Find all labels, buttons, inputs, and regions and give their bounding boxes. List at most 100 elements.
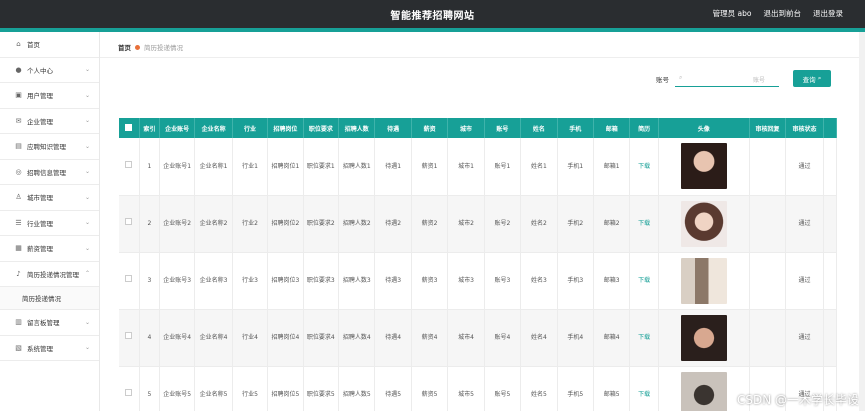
sidebar-item-salary[interactable]: ▦ 薪资管理 ⌄ — [0, 236, 99, 262]
cell-reply — [749, 138, 787, 196]
cell-email: 邮箱2 — [593, 195, 631, 253]
cell-xm: 姓名1 — [520, 138, 558, 196]
cell-phone: 手机2 — [557, 195, 594, 253]
sidebar-item-jobs[interactable]: ◎ 招聘信息管理 ⌄ — [0, 160, 99, 185]
avatar — [680, 314, 727, 361]
book-icon: ▤ — [15, 142, 22, 151]
cell-xm: 姓名3 — [520, 252, 558, 310]
cell-reply — [749, 195, 787, 253]
logout-link[interactable]: 退出登录 — [813, 8, 843, 19]
cell-user: 账号4 — [484, 309, 522, 367]
top-bar: 智能推荐招聘网站 管理员 abo 退出到前台 退出登录 — [0, 0, 865, 28]
cell-city: 城市2 — [447, 195, 485, 253]
select-all-checkbox[interactable] — [119, 118, 140, 138]
col-header: 简历 — [629, 118, 659, 138]
search-button[interactable]: 查询 ⌕ — [793, 70, 831, 87]
divider — [100, 57, 865, 58]
chevron-down-icon: ⌄ — [84, 168, 90, 176]
list-icon: ☰ — [15, 218, 22, 227]
download-resume-link[interactable]: 下载 — [629, 195, 659, 253]
sidebar-item-system[interactable]: ▧ 系统管理 ⌄ — [0, 336, 99, 361]
sidebar-item-home[interactable]: ⌂ 首页 — [0, 32, 99, 58]
user-icon: ● — [15, 65, 22, 74]
cell-idx: 4 — [139, 309, 160, 367]
cell-user: 账号3 — [484, 252, 522, 310]
avatar — [680, 143, 727, 190]
cell-xm: 姓名4 — [520, 309, 558, 367]
avatar-cell — [658, 195, 750, 253]
sidebar-item-city[interactable]: ♙ 城市管理 ⌄ — [0, 185, 99, 211]
row-checkbox[interactable] — [119, 309, 140, 367]
users-icon: ▣ — [15, 91, 22, 100]
cell-empty — [823, 309, 837, 367]
cell-city: 城市3 — [447, 252, 485, 310]
home-icon: ⌂ — [16, 40, 21, 49]
breadcrumb-home[interactable]: 首页 — [118, 42, 131, 52]
avatar — [680, 257, 727, 304]
cell-req: 职位要求1 — [303, 138, 340, 196]
sidebar-item-knowledge[interactable]: ▤ 应聘知识管理 ⌄ — [0, 134, 99, 160]
search-icon: ⌕ — [679, 74, 683, 81]
cell-user: 账号2 — [484, 195, 522, 253]
vertical-scrollbar[interactable] — [859, 32, 865, 411]
col-header: 待遇 — [374, 118, 412, 138]
breadcrumb-dot-icon — [135, 44, 140, 50]
cell-num: 招聘人数4 — [338, 309, 376, 367]
cell-post: 招聘岗位1 — [267, 138, 304, 196]
sidebar-item-resume[interactable]: ♪ 简历投递情况管理 ⌃ — [0, 262, 99, 287]
col-header: 审核状态 — [785, 118, 824, 138]
avatar-cell — [658, 252, 750, 310]
cell-acct: 企业账号1 — [159, 138, 196, 196]
cell-user: 账号5 — [484, 366, 522, 411]
avatar — [680, 371, 727, 411]
cell-post: 招聘岗位3 — [267, 252, 304, 310]
cell-ind: 行业1 — [232, 138, 269, 196]
back-to-front-link[interactable]: 退出到前台 — [764, 8, 802, 19]
chevron-down-icon: ⌄ — [84, 117, 90, 125]
mic-icon: ♪ — [16, 269, 21, 278]
cell-status: 通过 — [785, 138, 824, 196]
col-header: 审核回复 — [749, 118, 787, 138]
table-row: 3 企业账号3 企业名称3 行业3 招聘岗位3 职位要求3 招聘人数3 待遇3 薪资3 城市3 账号… — [119, 252, 837, 310]
cell-reply — [749, 252, 787, 310]
sidebar-subitem-resume[interactable]: 简历投递情况 — [0, 287, 99, 310]
cell-name: 企业名称4 — [194, 309, 233, 367]
download-resume-link[interactable]: 下载 — [629, 252, 659, 310]
cell-post: 招聘岗位4 — [267, 309, 304, 367]
grid-icon: ▦ — [15, 244, 22, 253]
mail-icon: ✉ — [15, 116, 22, 125]
table-row: 4 企业账号4 企业名称4 行业4 招聘岗位4 职位要求4 招聘人数4 待遇4 薪资4 城市4 账号… — [119, 309, 837, 367]
row-checkbox[interactable] — [119, 252, 140, 310]
sidebar-item-company[interactable]: ✉ 企业管理 ⌄ — [0, 109, 99, 134]
sidebar: ⌂ 首页 ● 个人中心 ⌄ ▣ 用户管理 ⌄ ✉ 企业管理 ⌄ ▤ 应聘知识管理 ⌄ ◎ 招聘信息管… — [0, 32, 100, 411]
cell-idx: 5 — [139, 366, 160, 411]
cell-sal: 薪资2 — [411, 195, 449, 253]
sidebar-item-personal[interactable]: ● 个人中心 ⌄ — [0, 58, 99, 83]
sidebar-item-users[interactable]: ▣ 用户管理 ⌄ — [0, 83, 99, 109]
cell-acct: 企业账号5 — [159, 366, 196, 411]
cell-post: 招聘岗位5 — [267, 366, 304, 411]
search-input[interactable]: ⌕ 账号 — [675, 71, 779, 87]
cell-xm: 姓名2 — [520, 195, 558, 253]
sidebar-item-board[interactable]: ▥ 留言板管理 ⌄ — [0, 310, 99, 336]
sidebar-item-industry[interactable]: ☰ 行业管理 ⌄ — [0, 211, 99, 236]
col-header: 招聘人数 — [338, 118, 376, 138]
download-resume-link[interactable]: 下载 — [629, 366, 659, 411]
row-checkbox[interactable] — [119, 195, 140, 253]
row-checkbox[interactable] — [119, 138, 140, 196]
admin-label: 管理员 abo — [712, 9, 752, 18]
data-table: 索引 企业账号 企业名称 行业 招聘岗位 职位要求 招聘人数 待遇 薪资 城市 … — [119, 118, 837, 411]
download-resume-link[interactable]: 下载 — [629, 138, 659, 196]
cell-req: 职位要求4 — [303, 309, 340, 367]
cell-acct: 企业账号3 — [159, 252, 196, 310]
cell-city: 城市1 — [447, 138, 485, 196]
cell-status: 通过 — [785, 252, 824, 310]
row-checkbox[interactable] — [119, 366, 140, 411]
cell-empty — [823, 195, 837, 253]
chevron-down-icon: ⌄ — [84, 318, 90, 326]
search-placeholder: 账号 — [753, 76, 766, 84]
col-header: 行业 — [232, 118, 269, 138]
cell-reply — [749, 309, 787, 367]
cell-sal: 薪资4 — [411, 309, 449, 367]
download-resume-link[interactable]: 下载 — [629, 309, 659, 367]
